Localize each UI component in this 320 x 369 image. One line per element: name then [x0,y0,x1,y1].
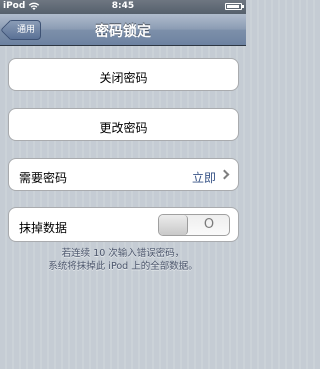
erase-data-note-line2: 系统将抹掉此 iPod 上的全部数据。 [48,261,198,272]
status-bar: iPod 8:45 [0,0,246,14]
turn-off-passcode-label: 关闭密码 [99,71,148,85]
erase-data-row: 抹掉数据 O [8,207,239,242]
erase-data-note: 若连续 10 次输入错误密码， 系统将抹掉此 iPod 上的全部数据。 [0,247,246,273]
change-passcode-button[interactable]: 更改密码 [8,108,239,141]
require-passcode-value: 立即 [191,171,216,185]
require-passcode-label: 需要密码 [19,171,68,185]
toggle-state-label: O [203,217,215,232]
erase-data-note-line1: 若连续 10 次输入错误密码， [61,248,185,259]
erase-data-toggle[interactable]: O [158,214,230,236]
chevron-right-icon [219,169,230,180]
clock: 8:45 [111,1,135,11]
nav-bar: 通用 密码锁定 [0,14,246,46]
require-passcode-row[interactable]: 需要密码 立即 [8,158,239,191]
toggle-knob[interactable] [159,215,188,235]
turn-off-passcode-button[interactable]: 关闭密码 [8,58,239,91]
page-title: 密码锁定 [95,24,151,40]
erase-data-label: 抹掉数据 [19,221,68,235]
battery-icon [225,3,244,10]
change-passcode-label: 更改密码 [99,121,148,135]
